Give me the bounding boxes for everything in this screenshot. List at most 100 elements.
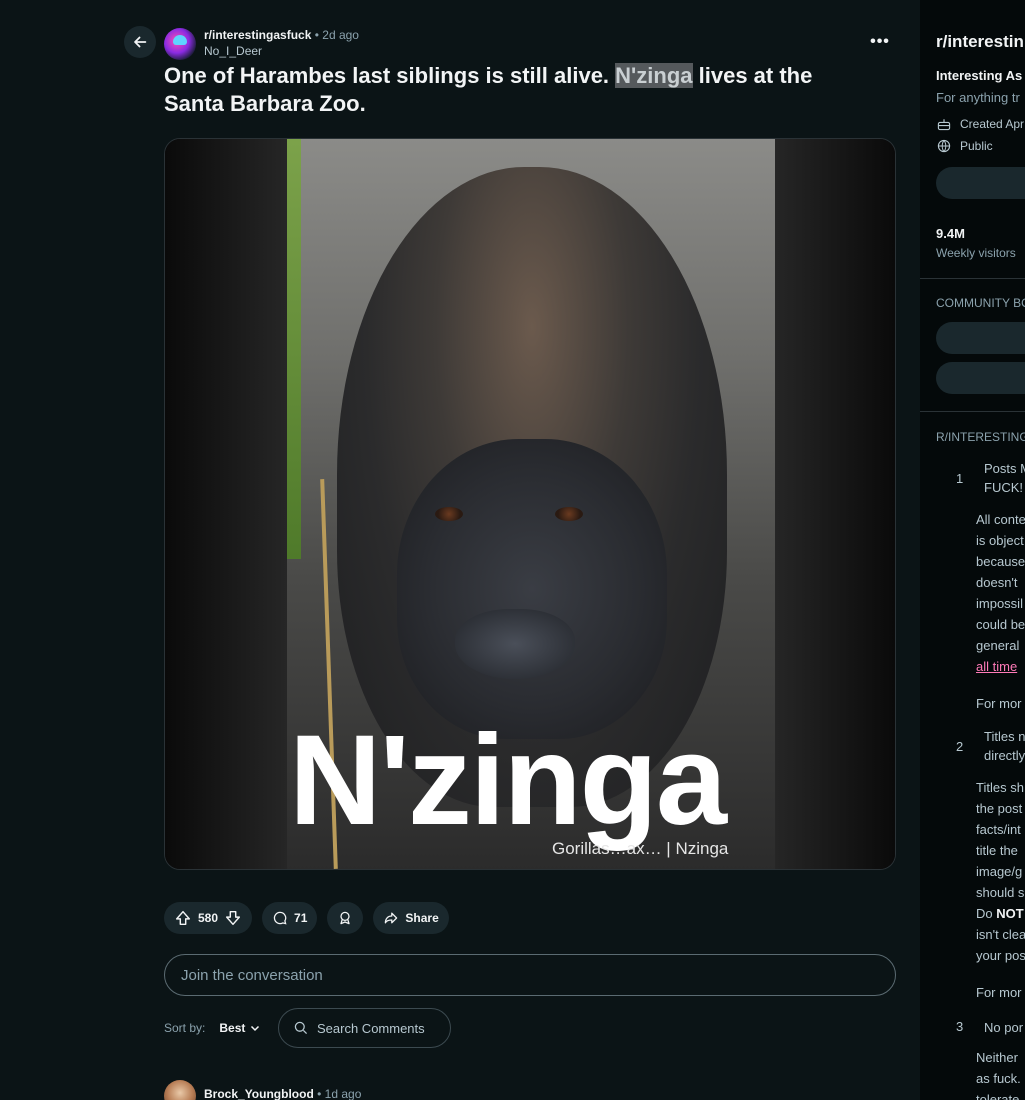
sidebar-divider	[920, 278, 1025, 279]
rule-spacer	[976, 677, 1025, 693]
share-icon	[385, 912, 398, 924]
rule-spacer	[976, 966, 1025, 982]
rule-title-line: Titles n	[984, 729, 1025, 744]
community-sidebar: r/interestin Interesting As For anything…	[920, 0, 1025, 1100]
sidebar-visitors-count: 9.4M	[936, 226, 965, 241]
rule-more: For mor	[976, 696, 1022, 711]
rule-title[interactable]: Titles n directly	[984, 727, 1025, 765]
cake-icon	[937, 119, 951, 131]
gorilla-face	[397, 439, 667, 739]
rule-body-line: because	[976, 554, 1025, 569]
award-button[interactable]	[327, 902, 364, 934]
community-bookmarks-header: COMMUNITY BO	[936, 296, 1025, 310]
subreddit-link[interactable]: r/interestingasfuck	[204, 28, 311, 42]
rule-more: For mor	[976, 985, 1022, 1000]
award-icon	[340, 911, 351, 925]
gorilla-nose	[455, 609, 575, 679]
sort-dropdown[interactable]: Best	[219, 1021, 261, 1035]
rule-body-line: facts/int	[976, 822, 1021, 837]
share-button[interactable]: Share	[373, 902, 449, 934]
share-label: Share	[405, 911, 439, 925]
sidebar-community-title: Interesting As	[936, 68, 1023, 83]
bookmark-button-1[interactable]	[936, 322, 1025, 354]
rules-header: R/INTERESTING	[936, 430, 1025, 444]
rule-number: 1	[956, 471, 964, 486]
search-comments-input[interactable]: Search Comments	[278, 1008, 451, 1048]
rule-body-line: tolerate	[976, 1092, 1020, 1100]
comment-separator: •	[317, 1087, 322, 1100]
rule-body-line: as fuck.	[976, 1071, 1021, 1086]
sidebar-visitors-label: Weekly visitors	[936, 246, 1016, 260]
comment-age: 1d ago	[324, 1087, 362, 1100]
gorilla-eye-left	[435, 507, 463, 521]
comment-meta: Brock_Youngblood • 1d ago	[204, 1087, 361, 1100]
rule-body-line: impossil	[976, 596, 1023, 611]
rule-body-line: Titles sh	[976, 780, 1024, 795]
rule-bold: NOT	[996, 906, 1024, 921]
more-options-button[interactable]: •••	[864, 28, 896, 56]
chevron-down-icon	[251, 1025, 260, 1032]
sort-value: Best	[219, 1021, 246, 1035]
meta-separator: •	[314, 28, 319, 42]
title-highlight: N'zinga	[615, 63, 693, 88]
post-meta: r/interestingasfuck • 2d ago No_I_Deer	[204, 28, 359, 58]
sidebar-created-row: Created Apr	[936, 116, 1024, 132]
sidebar-action-button[interactable]	[936, 167, 1025, 199]
rule-body-line: doesn't	[976, 575, 1018, 590]
vote-count: 580	[198, 911, 219, 925]
rule-bold-prefix: Do	[976, 906, 997, 921]
image-credit: Gorillas…ax… | Nzinga	[552, 839, 729, 858]
post-media[interactable]: N'zinga Gorillas…ax… | Nzinga	[164, 138, 896, 870]
image-overlay-name: N'zinga	[289, 709, 727, 852]
bookmark-button-2[interactable]	[936, 362, 1025, 394]
comment-item: Brock_Youngblood • 1d ago	[164, 1080, 361, 1100]
post-actions: 580 71 Share	[164, 902, 449, 934]
rule-body-line: should s	[976, 885, 1025, 900]
post-age: 2d ago	[322, 28, 359, 42]
rule-body-line: general	[976, 638, 1020, 653]
sort-control: Sort by: Best	[164, 1021, 261, 1035]
subreddit-avatar[interactable]	[164, 28, 196, 60]
rule-body-line: the post	[976, 801, 1023, 816]
rule-body-line: image/g	[976, 864, 1023, 879]
post-title: One of Harambes last siblings is still a…	[164, 62, 864, 118]
rule-body-line: could be	[976, 617, 1025, 632]
sidebar-community-description: For anything tr	[936, 90, 1020, 105]
sort-label: Sort by:	[164, 1021, 206, 1035]
back-button[interactable]	[124, 26, 156, 58]
rule-body: All conte is object because doesn't impo…	[976, 509, 1025, 714]
comment-icon	[273, 911, 287, 925]
rule-title[interactable]: Posts M FUCK!	[984, 459, 1025, 497]
background-foliage	[287, 139, 301, 559]
title-text-before: One of Harambes last siblings is still a…	[164, 63, 616, 88]
rule-number: 3	[956, 1019, 964, 1034]
gorilla-image: N'zinga Gorillas…ax… | Nzinga	[287, 139, 775, 869]
rule-title-line: Posts M	[984, 461, 1025, 476]
search-icon	[294, 1021, 308, 1035]
rule-body-line: is object	[976, 533, 1024, 548]
rule-title-line: No por	[984, 1020, 1024, 1035]
sidebar-divider	[920, 411, 1025, 412]
comment-author-avatar[interactable]	[164, 1080, 196, 1100]
comments-button[interactable]: 71	[262, 902, 318, 934]
sidebar-visibility-row: Public	[936, 138, 993, 154]
sidebar-community-name[interactable]: r/interestin	[936, 32, 1024, 52]
rule-body-line: your pos	[976, 948, 1025, 963]
rule-title[interactable]: No por	[984, 1018, 1023, 1037]
join-conversation-input[interactable]: Join the conversation	[164, 954, 896, 996]
rule-body-line: Do NOT	[976, 903, 1025, 924]
rule-link[interactable]: all time	[976, 656, 1025, 677]
upvote-icon[interactable]	[174, 909, 192, 927]
sidebar-visibility: Public	[960, 139, 993, 153]
post-main: r/interestingasfuck • 2d ago No_I_Deer •…	[0, 0, 920, 1100]
globe-icon	[937, 139, 951, 153]
post-author[interactable]: No_I_Deer	[204, 44, 359, 58]
rule-body-line: Neither	[976, 1050, 1018, 1065]
rule-body-line: isn't clea	[976, 927, 1025, 942]
downvote-icon[interactable]	[224, 909, 242, 927]
comment-author[interactable]: Brock_Youngblood	[204, 1087, 314, 1100]
search-comments-label: Search Comments	[317, 1020, 425, 1036]
media-blur-left	[165, 139, 287, 869]
media-blur-right	[773, 139, 895, 869]
arrow-left-icon	[134, 36, 147, 48]
